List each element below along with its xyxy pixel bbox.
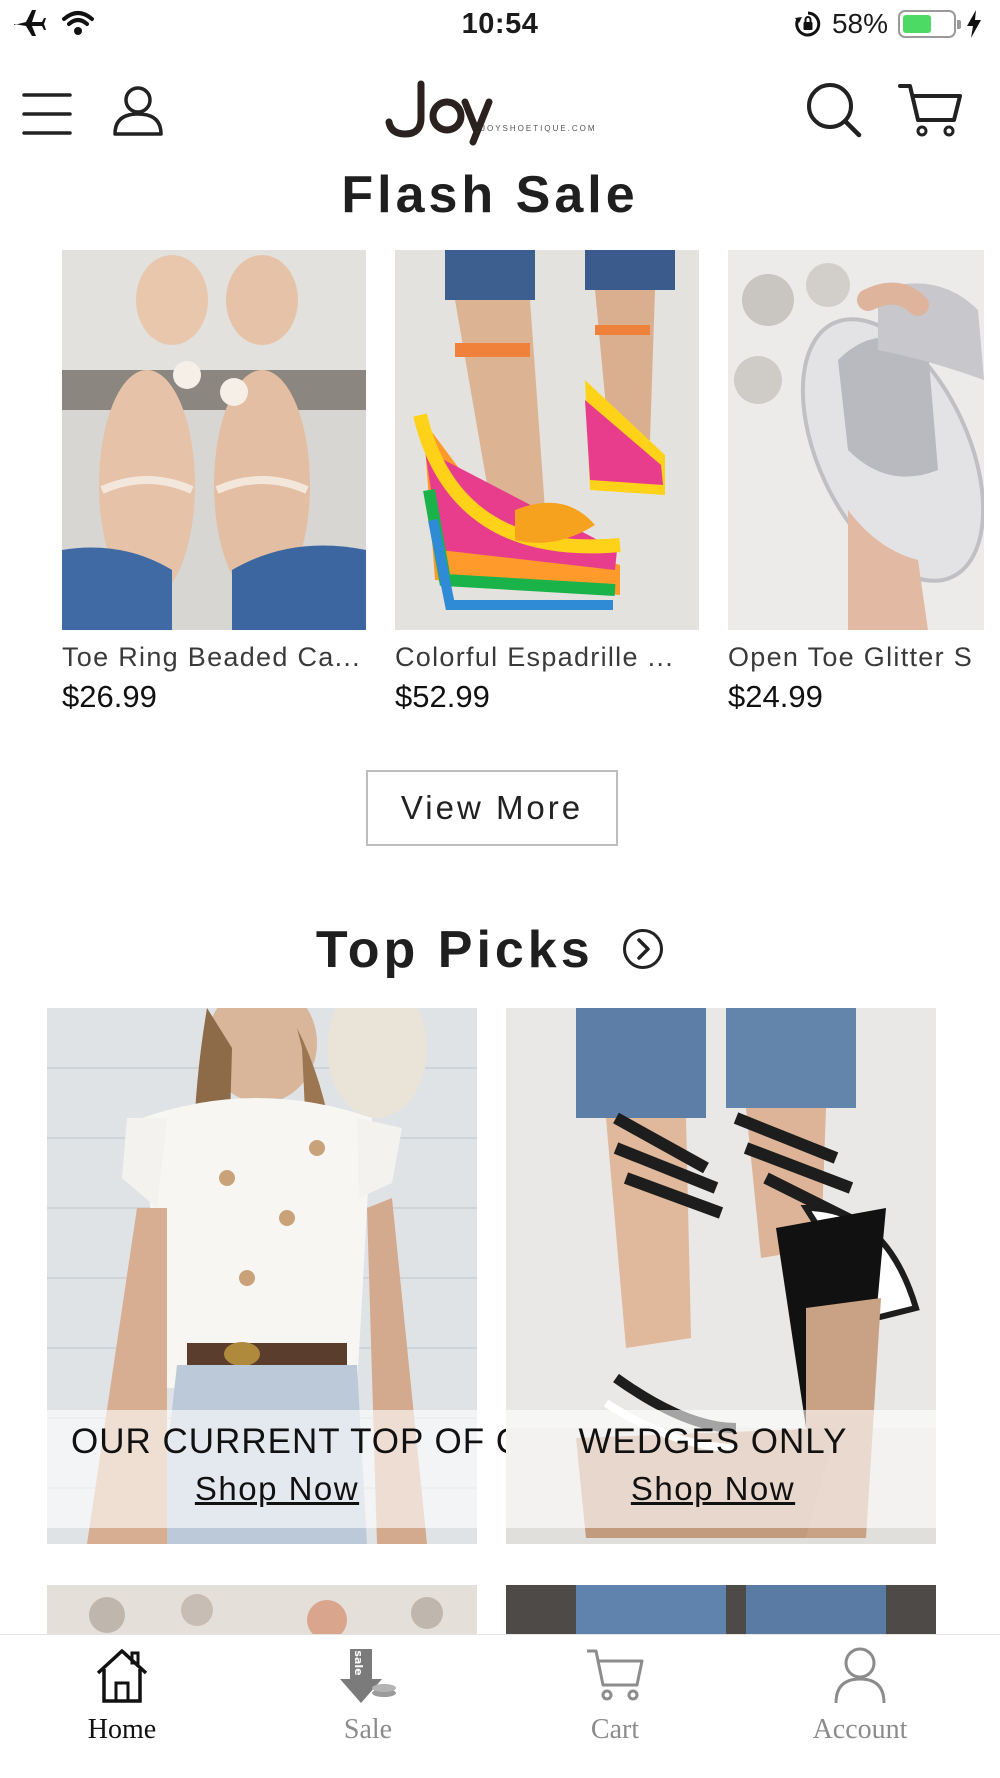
- cart-icon[interactable]: [898, 82, 962, 138]
- tab-account-label: Account: [812, 1714, 908, 1745]
- tab-sale-label: Sale: [343, 1714, 393, 1745]
- product-image[interactable]: [62, 250, 366, 630]
- top-picks-title[interactable]: Top Picks: [0, 920, 980, 980]
- product-price: $26.99: [62, 679, 157, 714]
- product-price: $52.99: [395, 679, 490, 714]
- top-pick-card-peek[interactable]: [506, 1585, 936, 1635]
- brand-logo[interactable]: JOYSHOETIQUE.COM: [385, 76, 605, 146]
- status-bar: 10:54 58%: [0, 0, 1000, 50]
- chevron-right-circle-icon[interactable]: [622, 928, 664, 970]
- top-pick-headline: OUR CURRENT TOP OF C: [71, 1422, 523, 1461]
- home-icon: [96, 1649, 148, 1703]
- view-more-button[interactable]: View More: [366, 770, 618, 846]
- brand-logo-mark: [385, 80, 493, 146]
- flash-sale-product[interactable]: Toe Ring Beaded Ca... $26.99: [62, 250, 366, 715]
- top-pick-headline: WEDGES ONLY: [578, 1422, 848, 1461]
- rotation-lock-icon: [794, 11, 821, 37]
- product-image[interactable]: [395, 250, 699, 630]
- top-pick-card-peek[interactable]: [47, 1585, 477, 1635]
- tab-cart-label: Cart: [590, 1714, 640, 1745]
- status-right: 58%: [794, 8, 982, 40]
- bottom-tab-bar: Home sale Sale Cart Account: [0, 1634, 1000, 1778]
- shop-now-link[interactable]: Shop Now: [47, 1470, 507, 1508]
- tab-account[interactable]: Account: [770, 1645, 950, 1746]
- product-name[interactable]: Colorful Espadrille ...: [395, 642, 699, 673]
- flash-sale-product[interactable]: Open Toe Glitter S $24.99: [728, 250, 984, 715]
- battery-fill: [903, 15, 931, 33]
- shop-now-link[interactable]: Shop Now: [483, 1470, 943, 1508]
- battery-icon: [898, 10, 961, 38]
- top-picks-title-text: Top Picks: [315, 921, 594, 979]
- battery-percent: 58%: [831, 8, 888, 39]
- tab-home-label: Home: [87, 1714, 157, 1745]
- product-name[interactable]: Toe Ring Beaded Ca...: [62, 642, 366, 673]
- user-icon[interactable]: [112, 84, 164, 136]
- tab-sale[interactable]: sale Sale: [278, 1645, 458, 1746]
- app-header: JOYSHOETIQUE.COM: [0, 70, 1000, 150]
- account-icon: [834, 1647, 886, 1704]
- product-image[interactable]: [728, 250, 984, 630]
- charging-bolt-icon: [967, 10, 981, 38]
- flash-sale-product[interactable]: Colorful Espadrille ... $52.99: [395, 250, 699, 715]
- top-pick-card[interactable]: OUR CURRENT TOP OF C Shop Now: [47, 1008, 521, 1544]
- search-icon[interactable]: [806, 82, 862, 138]
- brand-logo-subtext: JOYSHOETIQUE.COM: [481, 124, 597, 133]
- product-name[interactable]: Open Toe Glitter S: [728, 642, 984, 673]
- product-price: $24.99: [728, 679, 823, 714]
- sale-tag-icon: sale: [340, 1649, 396, 1703]
- tab-cart[interactable]: Cart: [525, 1645, 705, 1746]
- cart-icon: [587, 1649, 644, 1701]
- flash-sale-title: Flash Sale: [341, 166, 639, 224]
- menu-icon[interactable]: [22, 92, 72, 136]
- tab-home[interactable]: Home: [32, 1645, 212, 1746]
- sale-badge-text: sale: [352, 1650, 365, 1675]
- top-pick-card[interactable]: WEDGES ONLY Shop Now: [506, 1008, 936, 1544]
